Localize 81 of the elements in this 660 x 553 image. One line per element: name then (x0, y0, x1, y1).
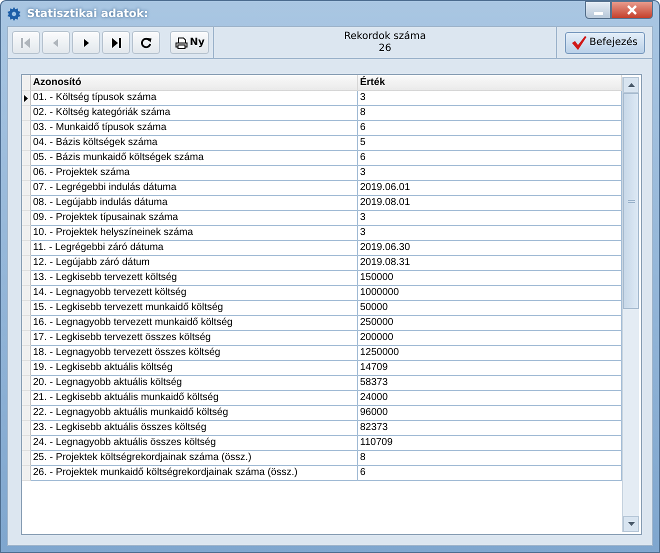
minimize-button[interactable] (585, 1, 611, 19)
next-record-button[interactable] (72, 31, 100, 54)
table-cell: 150000 (358, 271, 622, 286)
current-row-icon (24, 94, 28, 102)
table-cell: 26. - Projektek munkaidő költségrekordjainak száma (össz.) (31, 466, 358, 481)
table-cell: 6 (358, 121, 622, 136)
table-cell: 25. - Projektek költségrekordjainak száma (össz.) (31, 451, 358, 466)
table-cell: 21. - Legkisebb aktuális munkaidő költség (31, 391, 358, 406)
table-cell: 8 (358, 106, 622, 121)
table-cell: 3 (358, 226, 622, 241)
table-cell: 24. - Legnagyobb aktuális összes költség (31, 436, 358, 451)
table-cell: 1250000 (358, 346, 622, 361)
table-cell: 22. - Legnagyobb aktuális munkaidő költség (31, 406, 358, 421)
table-cell: 2019.08.01 (358, 196, 622, 211)
table-cell: 200000 (358, 331, 622, 346)
table-cell: 8 (358, 451, 622, 466)
column-header[interactable]: Azonosító (31, 75, 358, 91)
minimize-icon (594, 12, 602, 14)
table-cell: 5 (358, 136, 622, 151)
table-cell: 02. - Költség kategóriák száma (31, 106, 358, 121)
scroll-down-button[interactable] (623, 516, 639, 532)
scroll-thumb[interactable] (623, 93, 639, 309)
table-cell: 3 (358, 211, 622, 226)
table-cell: 24000 (358, 391, 622, 406)
table-cell: 1000000 (358, 286, 622, 301)
finish-button[interactable]: Befejezés (564, 32, 644, 54)
record-count-label: Rekordok száma (344, 30, 426, 42)
column-header[interactable]: Érték (358, 75, 622, 91)
table-cell: 2019.08.31 (358, 256, 622, 271)
table-cell: 08. - Legújabb indulás dátuma (31, 196, 358, 211)
table-cell: 3 (358, 166, 622, 181)
table-cell: 23. - Legkisebb aktuális összes költség (31, 421, 358, 436)
table-cell: 20. - Legnagyobb aktuális költség (31, 376, 358, 391)
table-cell: 10. - Projektek helyszíneinek száma (31, 226, 358, 241)
last-record-button[interactable] (102, 31, 130, 54)
refresh-button[interactable] (132, 31, 160, 54)
table-cell: 2019.06.30 (358, 241, 622, 256)
table-cell: 82373 (358, 421, 622, 436)
scroll-up-button[interactable] (623, 77, 639, 93)
print-button[interactable]: Ny (170, 31, 209, 54)
table-cell: 06. - Projektek száma (31, 166, 358, 181)
table-cell: 58373 (358, 376, 622, 391)
table-cell: 50000 (358, 301, 622, 316)
table-cell: 13. - Legkisebb tervezett költség (31, 271, 358, 286)
close-icon (627, 5, 637, 15)
close-button[interactable] (611, 1, 653, 19)
table-cell: 17. - Legkisebb tervezett összes költség (31, 331, 358, 346)
table-cell: 6 (358, 466, 622, 481)
down-arrow-icon (628, 522, 634, 526)
table-cell: 3 (358, 91, 622, 106)
table-cell: 14709 (358, 361, 622, 376)
window-title: Statisztikai adatok: (27, 7, 150, 20)
up-arrow-icon (628, 83, 634, 87)
table-cell: 110709 (358, 436, 622, 451)
row-indicator[interactable] (22, 91, 31, 106)
skip-to-start-icon (20, 36, 32, 48)
table-cell: 09. - Projektek típusainak száma (31, 211, 358, 226)
table-cell: 18. - Legnagyobb tervezett összes költség (31, 346, 358, 361)
table-cell: 2019.06.01 (358, 181, 622, 196)
table-cell: 01. - Költség típusok száma (31, 91, 358, 106)
table-cell: 16. - Legnagyobb tervezett munkaidő költség (31, 316, 358, 331)
refresh-icon (140, 36, 152, 48)
table-cell: 14. - Legnagyobb tervezett költség (31, 286, 358, 301)
table-cell: 12. - Legújabb záró dátum (31, 256, 358, 271)
table-cell: 250000 (358, 316, 622, 331)
table-cell: 03. - Munkaidő típusok száma (31, 121, 358, 136)
table-cell: 15. - Legkisebb tervezett munkaidő költség (31, 301, 358, 316)
header-corner-cell (22, 75, 31, 91)
table-cell: 19. - Legkisebb aktuális költség (31, 361, 358, 376)
record-count-value: 26 (378, 42, 392, 54)
table-cell: 05. - Bázis munkaidő költségek száma (31, 151, 358, 166)
skip-to-end-icon (110, 36, 122, 48)
table-cell: 96000 (358, 406, 622, 421)
table-cell: 07. - Legrégebbi indulás dátuma (31, 181, 358, 196)
gear-icon (7, 6, 21, 20)
table-cell: 04. - Bázis költségek száma (31, 136, 358, 151)
check-icon (571, 36, 588, 50)
vertical-scrollbar[interactable] (622, 77, 639, 532)
table-cell: 11. - Legrégebbi záró dátuma (31, 241, 358, 256)
table-cell: 6 (358, 151, 622, 166)
printer-icon (174, 36, 188, 48)
